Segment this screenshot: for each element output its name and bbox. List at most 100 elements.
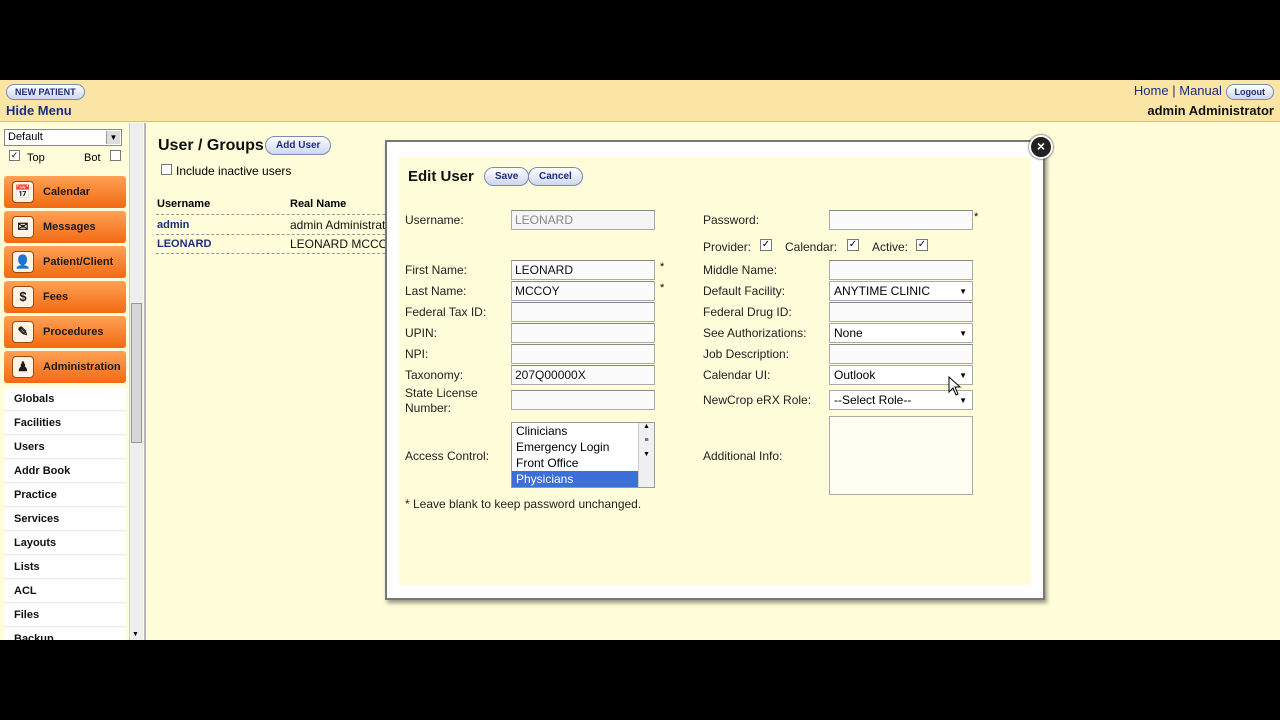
nav-globals[interactable]: Globals: [4, 388, 126, 411]
top-bar: NEW PATIENT Hide Menu Home | Manual Logo…: [0, 80, 1280, 122]
hide-menu-link[interactable]: Hide Menu: [6, 103, 72, 118]
middle-name-label: Middle Name:: [703, 263, 778, 277]
nav-acl[interactable]: ACL: [4, 580, 126, 603]
real-name-cell: LEONARD MCCOY: [290, 237, 397, 251]
nav-layouts[interactable]: Layouts: [4, 532, 126, 555]
npi-label: NPI:: [405, 347, 429, 361]
cancel-button[interactable]: Cancel: [528, 167, 583, 186]
left-navigation: Default ▼ ✓ Top Bot 📅 Calendar ✉ Message…: [0, 123, 146, 640]
scrollbar-thumb[interactable]: [131, 303, 142, 443]
bot-checkbox[interactable]: [110, 150, 121, 161]
column-header-username: Username: [157, 198, 211, 210]
nav-facilities[interactable]: Facilities: [4, 412, 126, 435]
federal-tax-id-label: Federal Tax ID:: [405, 305, 487, 319]
real-name-cell: admin Administrator: [290, 218, 397, 232]
nav-fees-button[interactable]: $ Fees: [4, 281, 126, 313]
password-label: Password:: [703, 213, 760, 227]
nav-services[interactable]: Services: [4, 508, 126, 531]
calendar-ui-value: Outlook: [834, 368, 876, 382]
top-checkbox[interactable]: ✓: [9, 150, 20, 161]
nav-files[interactable]: Files: [4, 604, 126, 627]
federal-tax-id-field[interactable]: [511, 302, 655, 322]
menu-set-select[interactable]: Default ▼: [4, 129, 122, 146]
password-note: * Leave blank to keep password unchanged…: [405, 497, 642, 511]
patient-icon: 👤: [12, 251, 34, 273]
new-patient-button[interactable]: NEW PATIENT: [6, 84, 85, 100]
password-field[interactable]: [829, 210, 973, 230]
nav-label: Patient/Client: [43, 256, 114, 268]
job-description-label: Job Description:: [703, 347, 790, 361]
federal-drug-id-field[interactable]: [829, 302, 973, 322]
federal-drug-id-label: Federal Drug ID:: [703, 305, 792, 319]
messages-icon: ✉: [12, 216, 34, 238]
active-checkbox[interactable]: ✓: [916, 239, 928, 251]
fees-icon: $: [12, 286, 34, 308]
provider-label: Provider:: [703, 240, 752, 254]
taxonomy-label: Taxonomy:: [405, 368, 464, 382]
nav-label: Fees: [43, 291, 69, 303]
column-header-real-name: Real Name: [290, 198, 347, 210]
state-license-label-line2: Number:: [405, 401, 452, 415]
include-inactive-label: Include inactive users: [176, 164, 292, 178]
scroll-down-arrow-icon[interactable]: ▼: [132, 631, 139, 638]
first-name-field[interactable]: LEONARD: [511, 260, 655, 280]
nav-scrollbar[interactable]: ▼: [129, 123, 143, 640]
see-authorizations-value: None: [834, 326, 863, 340]
newcrop-role-value: --Select Role--: [834, 393, 912, 407]
middle-name-field[interactable]: [829, 260, 973, 280]
acl-option-physicians[interactable]: Physicians: [512, 471, 638, 487]
calendar-checkbox[interactable]: ✓: [847, 239, 859, 251]
additional-info-textarea[interactable]: [829, 416, 973, 495]
state-license-field[interactable]: [511, 390, 655, 410]
acl-option-front-office[interactable]: Front Office: [512, 455, 638, 471]
see-authorizations-select[interactable]: None ▼: [829, 323, 973, 343]
nav-label: Procedures: [43, 326, 104, 338]
link-separator: |: [1172, 83, 1176, 98]
acl-option-clinicians[interactable]: Clinicians: [512, 423, 638, 439]
last-name-label: Last Name:: [405, 284, 467, 298]
home-link[interactable]: Home: [1134, 83, 1169, 98]
nav-users[interactable]: Users: [4, 436, 126, 459]
required-marker: *: [974, 211, 979, 223]
calendar-icon: 📅: [12, 181, 34, 203]
last-name-field[interactable]: MCCOY: [511, 281, 655, 301]
nav-practice[interactable]: Practice: [4, 484, 126, 507]
user-link-admin[interactable]: admin: [157, 219, 189, 231]
npi-field[interactable]: [511, 344, 655, 364]
nav-label: Messages: [43, 221, 96, 233]
chevron-down-icon: ▼: [959, 287, 967, 296]
nav-addr-book[interactable]: Addr Book: [4, 460, 126, 483]
chevron-down-icon: ▼: [959, 396, 967, 405]
upin-label: UPIN:: [405, 326, 438, 340]
job-description-field[interactable]: [829, 344, 973, 364]
logout-button[interactable]: Logout: [1225, 84, 1274, 100]
newcrop-role-label: NewCrop eRX Role:: [703, 393, 812, 407]
nav-messages-button[interactable]: ✉ Messages: [4, 211, 126, 243]
first-name-label: First Name:: [405, 263, 468, 277]
default-facility-select[interactable]: ANYTIME CLINIC ▼: [829, 281, 973, 301]
nav-administration-button[interactable]: ♟ Administration: [4, 351, 126, 383]
required-marker: *: [660, 261, 665, 273]
save-button[interactable]: Save: [484, 167, 530, 186]
acl-option-emergency-login[interactable]: Emergency Login: [512, 439, 638, 455]
manual-link[interactable]: Manual: [1179, 83, 1222, 98]
acl-scrollbar[interactable]: ▲ ≡ ▼: [638, 423, 654, 487]
user-link-leonard[interactable]: LEONARD: [157, 238, 211, 250]
nav-calendar-button[interactable]: 📅 Calendar: [4, 176, 126, 208]
active-label: Active:: [872, 240, 909, 254]
include-inactive-checkbox[interactable]: [161, 164, 172, 175]
upin-field[interactable]: [511, 323, 655, 343]
access-control-listbox[interactable]: Clinicians Emergency Login Front Office …: [511, 422, 655, 488]
username-field[interactable]: LEONARD: [511, 210, 655, 230]
required-marker: *: [660, 282, 665, 294]
nav-backup[interactable]: Backup: [4, 628, 126, 640]
calendar-ui-label: Calendar UI:: [703, 368, 771, 382]
nav-lists[interactable]: Lists: [4, 556, 126, 579]
provider-checkbox[interactable]: ✓: [760, 239, 772, 251]
add-user-button[interactable]: Add User: [265, 136, 332, 155]
nav-label: Administration: [43, 361, 121, 373]
nav-patient-client-button[interactable]: 👤 Patient/Client: [4, 246, 126, 278]
taxonomy-field[interactable]: 207Q00000X: [511, 365, 655, 385]
nav-procedures-button[interactable]: ✎ Procedures: [4, 316, 126, 348]
close-icon[interactable]: ×: [1029, 135, 1053, 159]
